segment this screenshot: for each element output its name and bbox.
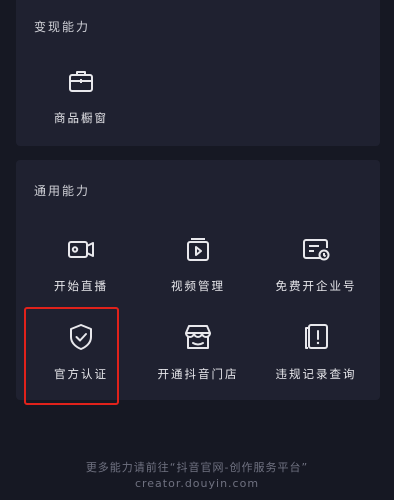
tile-start-live[interactable]: 开始直播 — [26, 230, 136, 310]
tile-official-verification[interactable]: 官方认证 — [26, 318, 136, 398]
tile-violation-record[interactable]: 违规记录查询 — [261, 318, 371, 398]
video-folder-icon — [187, 238, 209, 261]
tile-label: 开始直播 — [54, 279, 108, 293]
enterprise-card-icon — [303, 239, 330, 261]
footer-notice: 更多能力请前往“抖音官网-创作服务平台” — [85, 461, 309, 474]
footer-url[interactable]: creator.douyin.com — [0, 477, 394, 490]
monetize-card: 变现能力 商品橱窗 — [16, 0, 380, 146]
tile-label: 商品橱窗 — [54, 111, 108, 125]
tile-label: 开通抖音门店 — [157, 367, 239, 381]
section-title-general: 通用能力 — [34, 184, 91, 198]
violation-record-icon — [305, 324, 328, 349]
shield-check-icon — [70, 324, 92, 350]
tile-open-store[interactable]: 开通抖音门店 — [143, 318, 253, 398]
general-card: 通用能力 开始直播 视频管理 免费开企业号 官方认证 开通抖音门店 违规记录查询 — [16, 160, 380, 400]
tile-label: 官方认证 — [54, 367, 108, 381]
tile-label: 违规记录查询 — [275, 367, 357, 381]
store-icon — [185, 325, 211, 349]
section-title-monetize: 变现能力 — [34, 20, 91, 34]
tile-label: 免费开企业号 — [275, 279, 357, 293]
tile-video-manage[interactable]: 视频管理 — [143, 230, 253, 310]
tile-enterprise-account[interactable]: 免费开企业号 — [261, 230, 371, 310]
tile-shop-window[interactable]: 商品橱窗 — [26, 62, 136, 142]
tile-label: 视频管理 — [171, 279, 225, 293]
briefcase-icon — [69, 71, 93, 92]
video-camera-icon — [68, 241, 94, 258]
